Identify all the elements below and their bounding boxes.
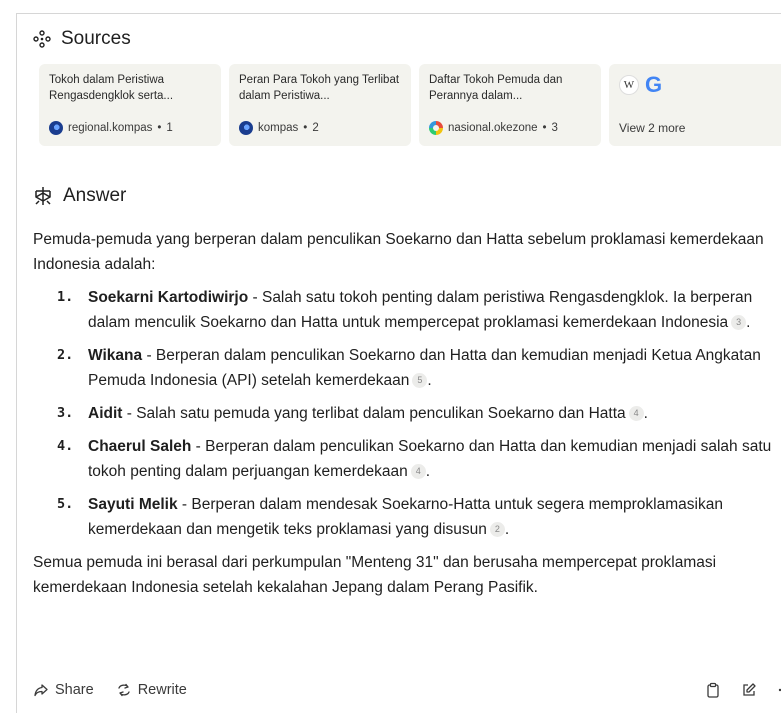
item-text: - Salah satu pemuda yang terlibat dalam … [122, 405, 626, 422]
source-card-meta: nasional.okezone • 3 [429, 121, 558, 135]
list-item: 4. Chaerul Saleh - Berperan dalam pencul… [33, 434, 781, 484]
rewrite-label: Rewrite [137, 682, 187, 698]
citation-badge[interactable]: 3 [731, 315, 747, 330]
list-item: 1. Soekarni Kartodiwirjo - Salah satu to… [33, 285, 781, 335]
person-name: Sayuti Melik [88, 496, 178, 513]
answer-outro: Semua pemuda ini berasal dari perkumpula… [33, 554, 717, 596]
answer-body: Pemuda-pemuda yang berperan dalam pencul… [33, 227, 781, 600]
more-source-icons: W G [619, 74, 781, 96]
google-icon: G [645, 72, 663, 97]
answer-intro: Pemuda-pemuda yang berperan dalam pencul… [33, 231, 764, 273]
answer-title: Answer [63, 185, 127, 206]
copy-icon[interactable] [705, 682, 721, 698]
item-end: . [746, 314, 751, 331]
rewrite-button[interactable]: Rewrite [116, 682, 187, 698]
meta-separator: • [542, 122, 547, 134]
list-item: 2. Wikana - Berperan dalam penculikan So… [33, 343, 781, 393]
source-card-site: kompas [258, 122, 299, 134]
source-card-title: Daftar Tokoh Pemuda dan Perannya dalam..… [429, 74, 563, 102]
source-cards: Tokoh dalam Peristiwa Rengasdengklok ser… [39, 64, 781, 146]
person-name: Soekarni Kartodiwirjo [88, 289, 249, 306]
list-number: 5. [57, 496, 74, 512]
meta-separator: • [303, 122, 308, 134]
more-icon[interactable] [777, 682, 781, 698]
answer-list: 1. Soekarni Kartodiwirjo - Salah satu to… [33, 285, 781, 542]
answer-icon [35, 187, 51, 205]
wikipedia-icon: W [619, 75, 639, 95]
kompas-favicon-icon [49, 121, 63, 135]
source-card-index: 2 [312, 122, 319, 134]
list-item: 5. Sayuti Melik - Berperan dalam mendesa… [33, 492, 781, 542]
source-card-2[interactable]: Peran Para Tokoh yang Terlibat dalam Per… [229, 64, 411, 146]
sources-heading: Sources [33, 28, 131, 50]
item-end: . [425, 463, 431, 480]
citation-badge[interactable]: 4 [628, 406, 644, 421]
source-card-meta: regional.kompas • 1 [49, 121, 173, 135]
list-number: 2. [57, 347, 74, 363]
list-number: 3. [57, 405, 74, 421]
sources-icon [33, 30, 51, 48]
meta-separator: • [157, 122, 162, 134]
list-number: 4. [57, 438, 74, 454]
citation-badge[interactable]: 5 [412, 373, 428, 388]
share-icon [34, 684, 48, 697]
kompas-favicon-icon [239, 121, 253, 135]
item-text: - Berperan dalam mendesak Soekarno-Hatta… [88, 496, 723, 538]
source-card-index: 3 [551, 122, 558, 134]
citation-badge[interactable]: 4 [410, 464, 426, 479]
person-name: Chaerul Saleh [88, 438, 192, 455]
source-card-site: nasional.okezone [448, 122, 538, 134]
list-number: 1. [57, 289, 74, 305]
person-name: Wikana [88, 347, 143, 364]
source-card-site: regional.kompas [68, 122, 153, 134]
source-card-3[interactable]: Daftar Tokoh Pemuda dan Perannya dalam..… [419, 64, 601, 146]
footer-actions [705, 678, 781, 702]
source-card-title: Peran Para Tokoh yang Terlibat dalam Per… [239, 74, 400, 102]
item-end: . [643, 405, 648, 422]
view-more-label: View 2 more [619, 121, 686, 135]
person-name: Aidit [88, 405, 123, 422]
list-item: 3. Aidit - Salah satu pemuda yang terlib… [33, 401, 781, 426]
source-card-index: 1 [166, 122, 173, 134]
okezone-favicon-icon [429, 121, 443, 135]
answer-panel: Sources Tokoh dalam Peristiwa Rengasdeng… [16, 13, 781, 713]
citation-badge[interactable]: 2 [489, 522, 505, 537]
rewrite-icon [118, 683, 130, 697]
item-end: . [427, 372, 432, 389]
item-end: . [504, 521, 510, 538]
answer-footer: Share Rewrite [33, 678, 781, 702]
share-button[interactable]: Share [33, 682, 94, 698]
answer-heading: Answer [33, 185, 126, 207]
source-card-meta: kompas • 2 [239, 121, 319, 135]
view-more-sources-card[interactable]: W G View 2 more [609, 64, 781, 146]
source-card-1[interactable]: Tokoh dalam Peristiwa Rengasdengklok ser… [39, 64, 221, 146]
edit-icon[interactable] [741, 682, 757, 698]
source-card-title: Tokoh dalam Peristiwa Rengasdengklok ser… [49, 74, 174, 102]
share-label: Share [55, 682, 94, 698]
sources-title: Sources [61, 28, 131, 49]
